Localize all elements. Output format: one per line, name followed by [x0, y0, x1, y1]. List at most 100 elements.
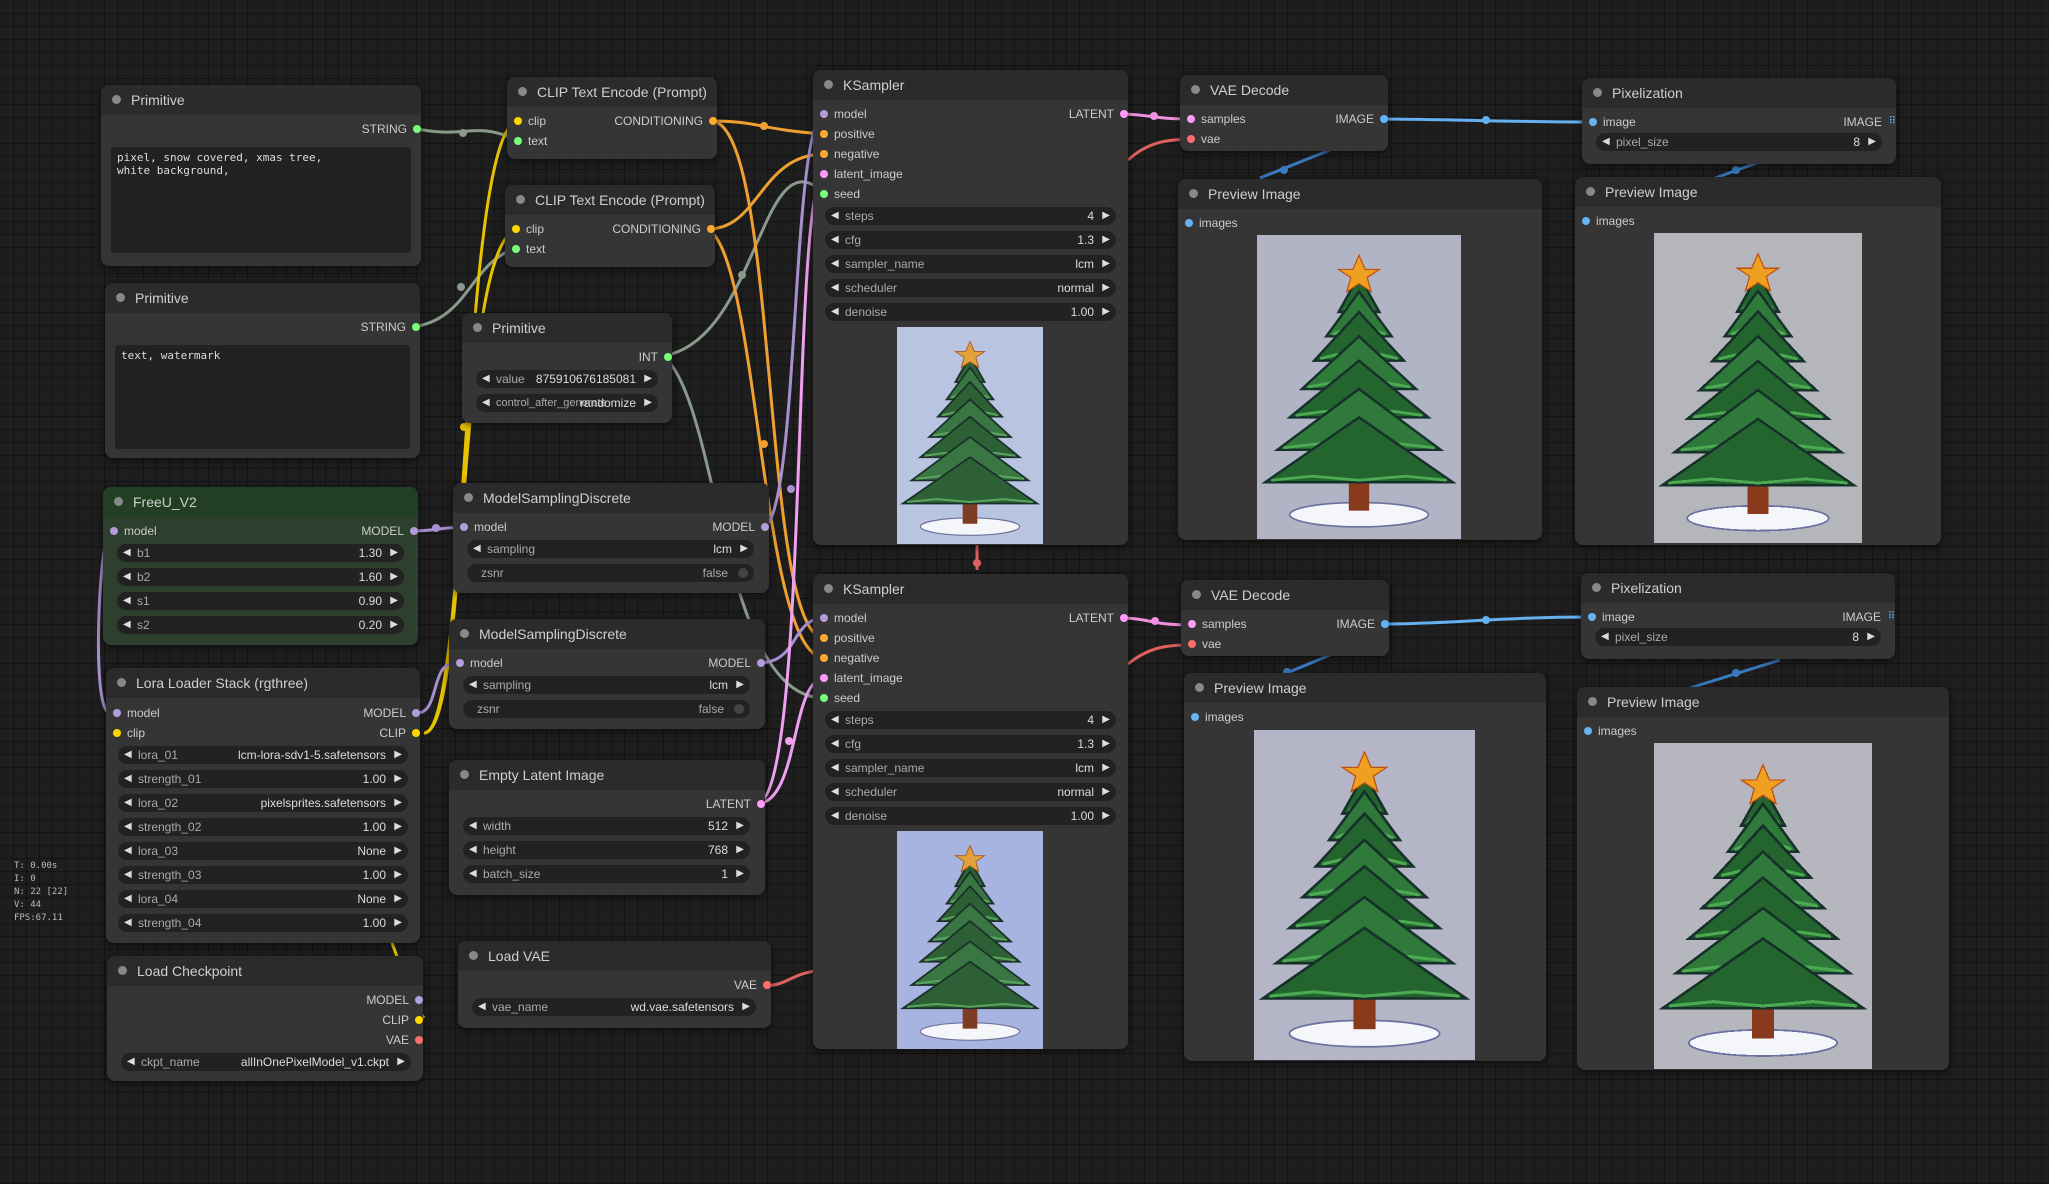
model-output[interactable]: MODEL	[361, 523, 418, 539]
lora-02-widget[interactable]: ◀ lora_02 pixelsprites.safetensors ▶	[118, 794, 408, 812]
input-dot[interactable]	[1187, 115, 1195, 123]
input-dot[interactable]	[820, 654, 828, 662]
negative-text-area[interactable]: text, watermark	[115, 345, 410, 449]
vae-input[interactable]: vae	[1188, 636, 1221, 652]
images-input[interactable]: images	[1582, 213, 1635, 229]
output-dot[interactable]	[415, 1016, 423, 1024]
input-dot[interactable]	[110, 527, 118, 535]
decrement-arrow[interactable]: ◀	[482, 394, 490, 412]
decrement-arrow[interactable]: ◀	[1601, 628, 1609, 646]
model-input[interactable]: model	[460, 519, 507, 535]
input-dot[interactable]	[1589, 118, 1597, 126]
scheduler-widget[interactable]: ◀ scheduler normal ▶	[825, 783, 1116, 801]
seed-value-widget[interactable]: ◀ value 875910676185081 ▶	[476, 370, 658, 388]
increment-arrow[interactable]: ▶	[1868, 133, 1876, 151]
toggle-knob[interactable]	[738, 568, 748, 578]
input-dot[interactable]	[1188, 640, 1196, 648]
node-title[interactable]: Primitive	[105, 283, 420, 313]
denoise-widget[interactable]: ◀ denoise 1.00 ▶	[825, 807, 1116, 825]
increment-arrow[interactable]: ▶	[390, 592, 398, 610]
increment-arrow[interactable]: ▶	[736, 841, 744, 859]
clip-input[interactable]: clip	[512, 221, 544, 237]
increment-arrow[interactable]: ▶	[394, 818, 402, 836]
image-output[interactable]: IMAGE	[1336, 616, 1389, 632]
node-title[interactable]: Lora Loader Stack (rgthree)	[106, 668, 420, 698]
positive-input[interactable]: positive	[820, 630, 875, 646]
toggle-knob[interactable]	[734, 704, 744, 714]
image-output[interactable]: IMAGE	[1335, 111, 1388, 127]
strength-04-widget[interactable]: ◀ strength_04 1.00 ▶	[118, 914, 408, 932]
model-input[interactable]: model	[113, 705, 160, 721]
output-dot[interactable]	[413, 125, 421, 133]
preview-image-node-4[interactable]: Preview Image images	[1577, 687, 1949, 1070]
node-title[interactable]: FreeU_V2	[103, 487, 418, 517]
decrement-arrow[interactable]: ◀	[831, 279, 839, 297]
strength-01-widget[interactable]: ◀ strength_01 1.00 ▶	[118, 770, 408, 788]
node-title[interactable]: Preview Image	[1577, 687, 1949, 717]
output-dot[interactable]	[761, 523, 769, 531]
input-dot[interactable]	[113, 709, 121, 717]
output-dot[interactable]	[1381, 620, 1389, 628]
node-title[interactable]: Preview Image	[1575, 177, 1941, 207]
output-dot[interactable]	[1120, 614, 1128, 622]
decrement-arrow[interactable]: ◀	[831, 255, 839, 273]
input-dot[interactable]	[1584, 727, 1592, 735]
decrement-arrow[interactable]: ◀	[124, 794, 132, 812]
input-dot[interactable]	[820, 694, 828, 702]
clip-input[interactable]: clip	[113, 725, 145, 741]
vae-output[interactable]: VAE	[386, 1032, 423, 1048]
decrement-arrow[interactable]: ◀	[124, 914, 132, 932]
sampler-name-widget[interactable]: ◀ sampler_name lcm ▶	[825, 759, 1116, 777]
input-dot[interactable]	[1191, 713, 1199, 721]
pixel-size-widget[interactable]: ◀ pixel_size 8 ▶	[1596, 133, 1882, 151]
decrement-arrow[interactable]: ◀	[473, 540, 481, 558]
decrement-arrow[interactable]: ◀	[831, 759, 839, 777]
increment-arrow[interactable]: ▶	[390, 568, 398, 586]
clip-text-encode-node-1[interactable]: CLIP Text Encode (Prompt) clip text COND…	[507, 77, 717, 159]
increment-arrow[interactable]: ▶	[394, 914, 402, 932]
decrement-arrow[interactable]: ◀	[123, 592, 131, 610]
output-dot[interactable]	[664, 353, 672, 361]
increment-arrow[interactable]: ▶	[644, 394, 652, 412]
decrement-arrow[interactable]: ◀	[469, 865, 477, 883]
node-title[interactable]: Load Checkpoint	[107, 956, 423, 986]
node-title[interactable]: Preview Image	[1178, 179, 1542, 209]
strength-02-widget[interactable]: ◀ strength_02 1.00 ▶	[118, 818, 408, 836]
input-dot[interactable]	[512, 225, 520, 233]
primitive-node-2[interactable]: Primitive STRING text, watermark	[105, 283, 420, 458]
seed-input[interactable]: seed	[820, 186, 860, 202]
increment-arrow[interactable]: ▶	[397, 1053, 405, 1071]
node-title[interactable]: Pixelization	[1581, 573, 1895, 603]
increment-arrow[interactable]: ▶	[394, 794, 402, 812]
prompt-text-area[interactable]: pixel, snow covered, xmas tree, white ba…	[111, 147, 411, 253]
denoise-widget[interactable]: ◀ denoise 1.00 ▶	[825, 303, 1116, 321]
decrement-arrow[interactable]: ◀	[469, 676, 477, 694]
input-dot[interactable]	[820, 150, 828, 158]
output-dot[interactable]	[1380, 115, 1388, 123]
input-dot[interactable]	[514, 137, 522, 145]
scheduler-widget[interactable]: ◀ scheduler normal ▶	[825, 279, 1116, 297]
cfg-widget[interactable]: ◀ cfg 1.3 ▶	[825, 735, 1116, 753]
decrement-arrow[interactable]: ◀	[831, 231, 839, 249]
height-widget[interactable]: ◀ height 768 ▶	[463, 841, 750, 859]
increment-arrow[interactable]: ▶	[1102, 783, 1110, 801]
steps-widget[interactable]: ◀ steps 4 ▶	[825, 207, 1116, 225]
increment-arrow[interactable]: ▶	[1102, 303, 1110, 321]
decrement-arrow[interactable]: ◀	[1602, 133, 1610, 151]
decrement-arrow[interactable]: ◀	[124, 746, 132, 764]
decrement-arrow[interactable]: ◀	[124, 842, 132, 860]
latent-output[interactable]: LATENT	[1069, 610, 1128, 626]
input-dot[interactable]	[456, 659, 464, 667]
node-title[interactable]: Primitive	[462, 313, 672, 343]
image-input[interactable]: image	[1589, 114, 1636, 130]
samples-input[interactable]: samples	[1188, 616, 1247, 632]
pixel-size-widget[interactable]: ◀ pixel_size 8 ▶	[1595, 628, 1881, 646]
decrement-arrow[interactable]: ◀	[831, 783, 839, 801]
output-dot[interactable]	[412, 709, 420, 717]
decrement-arrow[interactable]: ◀	[831, 207, 839, 225]
zsnr-toggle[interactable]: zsnr false	[463, 700, 750, 718]
decrement-arrow[interactable]: ◀	[831, 303, 839, 321]
increment-arrow[interactable]: ▶	[1102, 255, 1110, 273]
zsnr-toggle[interactable]: zsnr false	[467, 564, 754, 582]
output-dot[interactable]	[412, 729, 420, 737]
